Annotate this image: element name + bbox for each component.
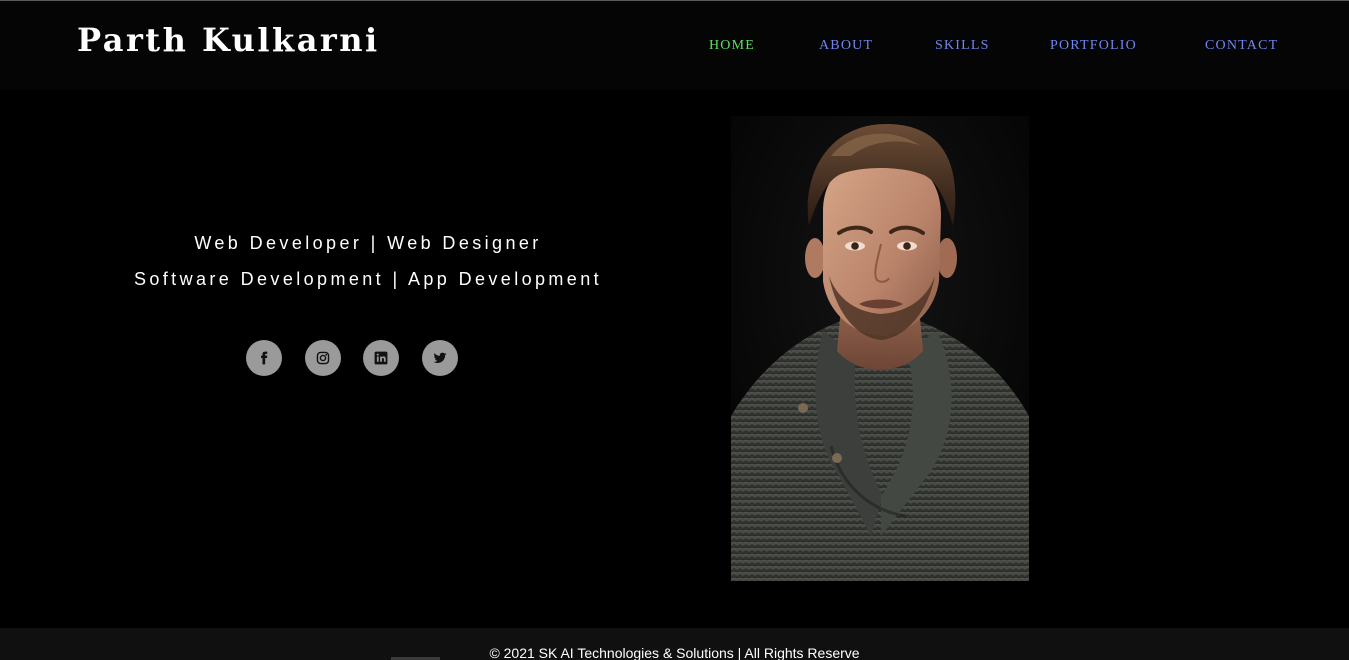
copyright-text: © 2021 SK AI Technologies & Solutions | …: [489, 645, 860, 660]
nav-about[interactable]: ABOUT: [819, 38, 873, 58]
facebook-button[interactable]: [246, 340, 282, 376]
brand-logo[interactable]: Parth Kulkarni: [77, 21, 380, 59]
nav-home[interactable]: HOME: [709, 38, 755, 58]
portrait-image: [731, 116, 1029, 581]
profile-photo: [731, 116, 1029, 581]
instagram-button[interactable]: [305, 340, 341, 376]
instagram-icon: [316, 351, 330, 365]
hero-tagline-2: Software Development | App Development: [133, 269, 603, 289]
facebook-icon: [261, 351, 268, 365]
linkedin-button[interactable]: [363, 340, 399, 376]
navbar: Parth Kulkarni HOME ABOUT SKILLS PORTFOL…: [0, 1, 1349, 90]
linkedin-icon: [374, 351, 388, 365]
twitter-icon: [433, 352, 447, 364]
nav-contact[interactable]: CONTACT: [1205, 38, 1278, 58]
nav-portfolio[interactable]: PORTFOLIO: [1050, 38, 1137, 58]
twitter-button[interactable]: [422, 340, 458, 376]
nav-skills[interactable]: SKILLS: [935, 38, 990, 58]
footer: © 2021 SK AI Technologies & Solutions | …: [0, 628, 1349, 660]
hero-tagline-1: Web Developer | Web Designer: [194, 233, 542, 253]
